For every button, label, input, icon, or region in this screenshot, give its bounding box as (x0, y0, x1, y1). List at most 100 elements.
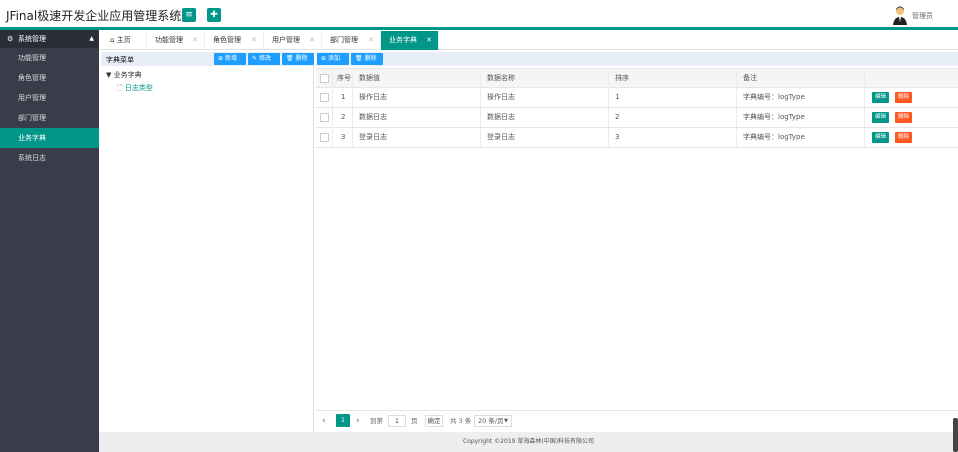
sidebar-group-system[interactable]: ⚙ 系统管理 ▲ (0, 30, 99, 48)
tree-node-log-type[interactable]: 🗋 日志类型 (117, 83, 153, 95)
button-label: 删除 (295, 55, 308, 62)
goto-confirm-button[interactable]: 确定 (425, 415, 443, 427)
tab-label: 主页 (116, 36, 131, 44)
dictionary-menu-panel: 字典菜单 ⊕ 新增 ✎ 修改 🗑 删除 ▼ 业务字典 🗋 日志类型 (101, 52, 314, 432)
user-name[interactable]: 管理员 (912, 11, 933, 21)
row-checkbox[interactable] (320, 92, 329, 102)
select-all-checkbox[interactable] (320, 73, 329, 83)
sidebar-item-function[interactable]: 功能管理 (0, 48, 99, 68)
tab-role[interactable]: 角色管理 ✕ (205, 31, 264, 50)
left-panel-title: 字典菜单 (106, 56, 134, 64)
row-checkbox[interactable] (320, 132, 329, 142)
cell-actions: 编辑 删除 (865, 128, 958, 147)
sidebar-item-log[interactable]: 系统日志 (0, 148, 99, 168)
close-icon[interactable]: ✕ (368, 31, 374, 50)
dictionary-data-panel: ⊕ 添加 🗑 删除 序号 数据值 数据名称 排序 备注 1 操作日志 操作日志 … (316, 52, 958, 432)
edit-dict-button[interactable]: ✎ 修改 (248, 53, 280, 65)
cell-value: 数据日志 (353, 108, 481, 127)
tab-label: 部门管理 (330, 36, 358, 44)
caret-down-icon: ▼ (106, 71, 112, 79)
next-page-button[interactable]: › (356, 415, 360, 427)
delete-rows-button[interactable]: 🗑 删除 (351, 53, 383, 65)
sidebar-group-label: 系统管理 (18, 35, 46, 43)
cell-value: 操作日志 (353, 88, 481, 107)
chevron-up-icon: ▲ (89, 35, 94, 42)
cell-actions: 编辑 删除 (865, 108, 958, 127)
cell-note: 字典编号：logType (737, 88, 865, 107)
select-all-cell (316, 69, 333, 87)
tab-dictionary[interactable]: 业务字典 ✕ (381, 31, 439, 50)
column-actions (865, 69, 958, 87)
cell-name: 操作日志 (481, 88, 609, 107)
plus-circle-icon: ⊕ (321, 55, 327, 62)
button-label: 添加 (327, 55, 340, 62)
cell-sort: 1 (609, 88, 737, 107)
tree-node-root[interactable]: ▼ 业务字典 (106, 70, 142, 80)
button-label: 删除 (364, 55, 377, 62)
row-checkbox-cell (316, 108, 333, 127)
row-edit-button[interactable]: 编辑 (872, 92, 890, 103)
pencil-icon: ✎ (252, 55, 258, 62)
tab-function[interactable]: 功能管理 ✕ (147, 31, 205, 50)
page-size-select[interactable]: 20 条/页 ▼ (474, 415, 512, 427)
table-row[interactable]: 3 登录日志 登录日志 3 字典编号：logType 编辑 删除 (316, 128, 958, 148)
sidebar-item-user[interactable]: 用户管理 (0, 88, 99, 108)
column-note: 备注 (737, 69, 865, 87)
trash-icon: 🗑 (286, 55, 294, 62)
table-header-row: 序号 数据值 数据名称 排序 备注 (316, 69, 958, 88)
tab-home[interactable]: ⌂ 主页 (99, 31, 147, 50)
current-page[interactable]: 1 (336, 414, 350, 427)
cell-note: 字典编号：logType (737, 128, 865, 147)
row-checkbox[interactable] (320, 112, 329, 122)
row-delete-button[interactable]: 删除 (895, 132, 913, 143)
cell-name: 数据日志 (481, 108, 609, 127)
new-dict-button[interactable]: ⊕ 新增 (214, 53, 246, 65)
data-table: 序号 数据值 数据名称 排序 备注 1 操作日志 操作日志 1 字典编号：log… (316, 68, 958, 148)
row-edit-button[interactable]: 编辑 (872, 132, 890, 143)
cell-sort: 2 (609, 108, 737, 127)
footer: Copyright ©2019 草海森林(中国)科技有限公司 (99, 432, 958, 452)
goto-page-input[interactable]: 1 (388, 415, 406, 427)
table-row[interactable]: 2 数据日志 数据日志 2 字典编号：logType 编辑 删除 (316, 108, 958, 128)
tab-department[interactable]: 部门管理 ✕ (322, 31, 381, 50)
column-seq: 序号 (333, 69, 353, 87)
table-row[interactable]: 1 操作日志 操作日志 1 字典编号：logType 编辑 删除 (316, 88, 958, 108)
sidebar-item-dictionary[interactable]: 业务字典 (0, 128, 99, 148)
gear-icon: ⚙ (7, 35, 14, 43)
prev-page-button[interactable]: ‹ (322, 415, 326, 427)
file-icon: 🗋 (117, 84, 123, 92)
close-icon[interactable]: ✕ (309, 31, 315, 50)
cell-sort: 3 (609, 128, 737, 147)
sidebar: ⚙ 系统管理 ▲ 功能管理 角色管理 用户管理 部门管理 业务字典 系统日志 (0, 30, 99, 452)
home-icon: ⌂ (110, 36, 115, 44)
row-delete-button[interactable]: 删除 (895, 112, 913, 123)
top-header: JFinal极速开发企业应用管理系统 ≡ ✚ 管理员 (0, 0, 958, 30)
right-panel-toolbar: ⊕ 添加 🗑 删除 (316, 52, 958, 66)
total-count: 共 3 条 (450, 417, 472, 425)
caret-down-icon: ▼ (504, 418, 508, 424)
user-avatar-icon[interactable] (892, 5, 908, 25)
plus-circle-icon: ⊕ (218, 55, 224, 62)
row-delete-button[interactable]: 删除 (895, 92, 913, 103)
close-icon[interactable]: ✕ (251, 31, 257, 50)
tab-label: 业务字典 (389, 36, 417, 44)
cell-name: 登录日志 (481, 128, 609, 147)
close-icon[interactable]: ✕ (192, 31, 198, 50)
close-icon[interactable]: ✕ (426, 31, 432, 50)
cell-seq: 1 (333, 88, 353, 107)
delete-dict-button[interactable]: 🗑 删除 (282, 53, 314, 65)
add-row-button[interactable]: ⊕ 添加 (317, 53, 349, 65)
scroll-handle[interactable] (953, 418, 958, 452)
tree-node-label: 业务字典 (113, 71, 142, 79)
sidebar-item-role[interactable]: 角色管理 (0, 68, 99, 88)
tab-label: 用户管理 (272, 36, 300, 44)
page-size-value: 20 条/页 (478, 417, 504, 425)
add-icon[interactable]: ✚ (207, 8, 221, 22)
row-edit-button[interactable]: 编辑 (872, 112, 890, 123)
cell-note: 字典编号：logType (737, 108, 865, 127)
sidebar-item-department[interactable]: 部门管理 (0, 108, 99, 128)
menu-toggle-button[interactable]: ≡ (182, 8, 196, 22)
cell-actions: 编辑 删除 (865, 88, 958, 107)
goto-label: 到第 (370, 417, 383, 425)
tab-user[interactable]: 用户管理 ✕ (264, 31, 322, 50)
